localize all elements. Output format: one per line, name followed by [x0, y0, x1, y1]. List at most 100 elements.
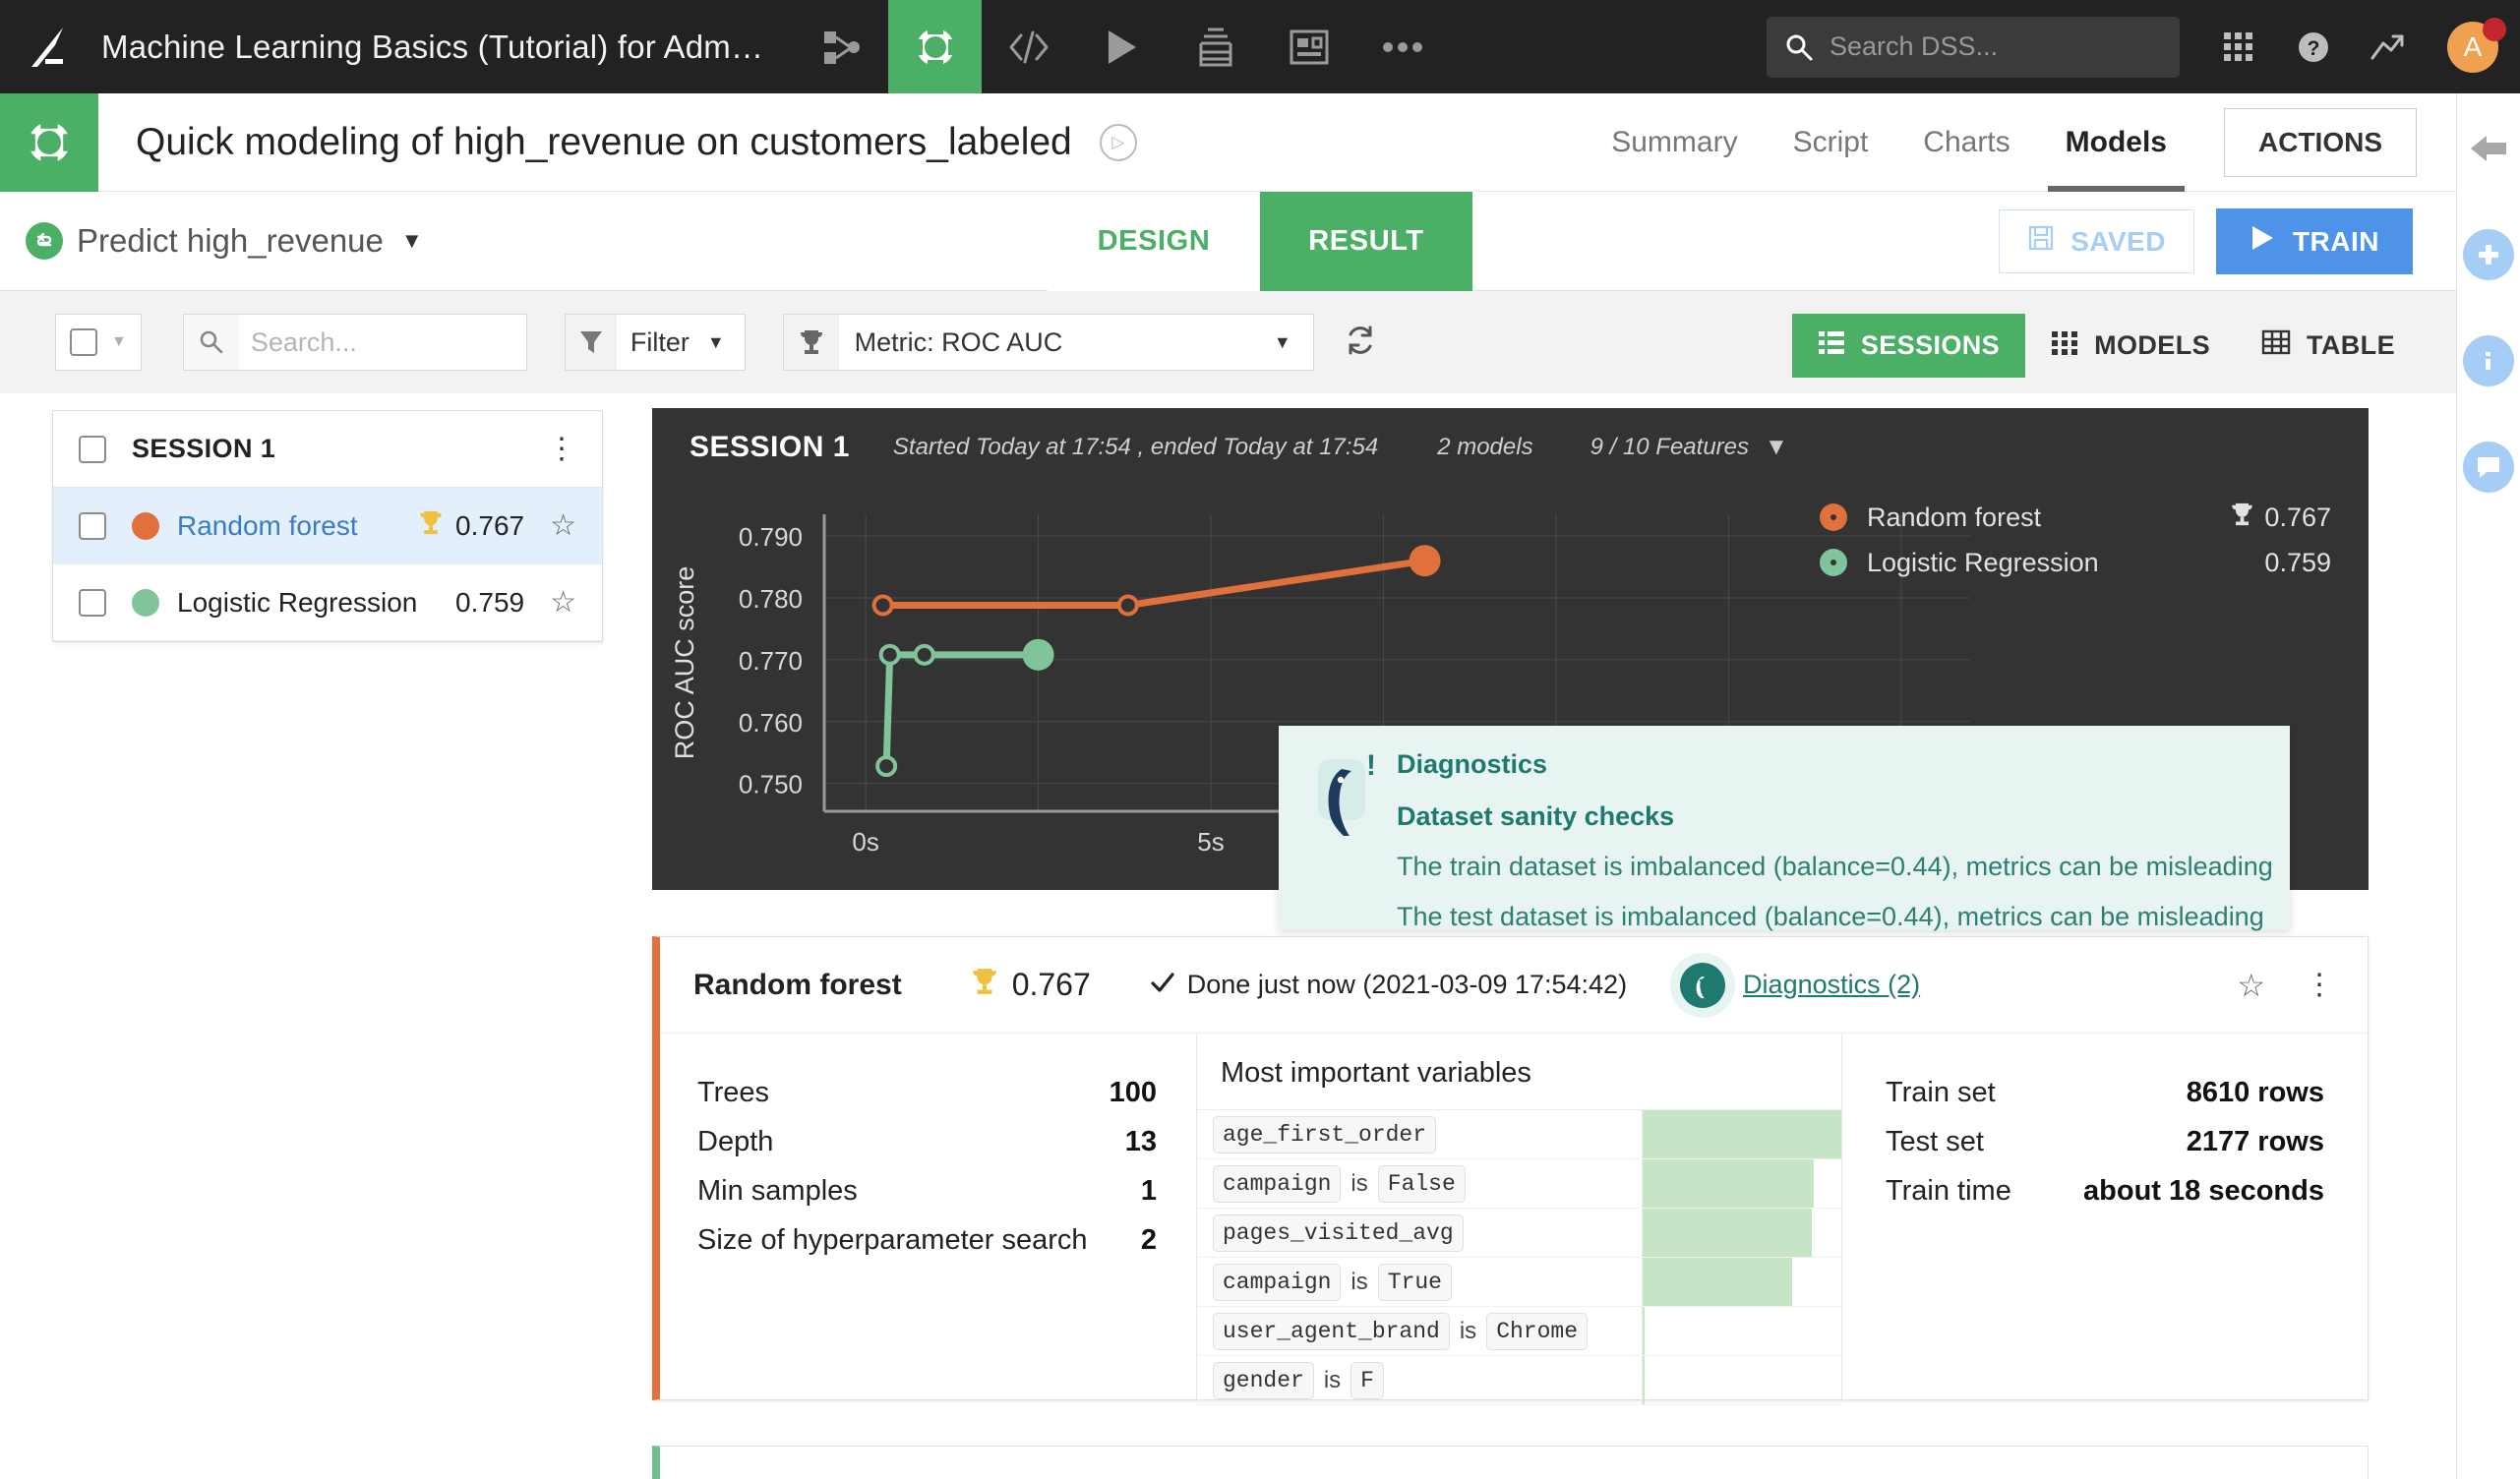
global-search-box[interactable]	[1767, 16, 2180, 78]
chevron-down-icon[interactable]: ▼	[401, 228, 423, 254]
legend-item[interactable]: Logistic Regression 0.759	[1820, 540, 2331, 585]
help-icon[interactable]: ?	[2276, 0, 2351, 93]
trophy-icon	[971, 967, 998, 1004]
tab-models[interactable]: Models	[2038, 93, 2194, 192]
data-point[interactable]	[871, 594, 894, 617]
comment-icon[interactable]	[2463, 442, 2514, 493]
lab-icon[interactable]	[888, 0, 983, 93]
view-sessions-label: SESSIONS	[1860, 330, 2001, 360]
importance-bar-track	[1642, 1258, 1841, 1306]
variable-operator: is	[1350, 1169, 1368, 1197]
variable-label: campaign is False	[1197, 1164, 1642, 1203]
session-timespan: Started Today at 17:54 , ended Today at …	[892, 434, 1379, 460]
model-selector[interactable]: Predict high_revenue ▼	[26, 222, 423, 260]
star-outline-icon[interactable]: ☆	[2237, 967, 2265, 1004]
run-play-icon[interactable]	[1075, 0, 1169, 93]
help-circle-icon[interactable]: ▷	[1099, 123, 1137, 161]
collapse-arrow-icon[interactable]	[2463, 123, 2514, 174]
trophy-icon	[2230, 502, 2254, 534]
model-name-label[interactable]: Random forest	[177, 510, 358, 542]
avatar[interactable]: A	[2426, 0, 2520, 93]
legend-color-dot	[1820, 503, 1847, 531]
refresh-icon[interactable]	[1344, 324, 1377, 362]
project-name-label[interactable]: Machine Learning Basics (Tutorial) for A…	[101, 29, 763, 66]
model-dataset-info: Train set 8610 rows Test set 2177 rows T…	[1842, 1034, 2368, 1399]
star-outline-icon[interactable]: ☆	[550, 585, 576, 620]
view-sessions-button[interactable]: SESSIONS	[1791, 314, 2026, 378]
star-outline-icon[interactable]: ☆	[550, 508, 576, 543]
play-icon	[2250, 224, 2275, 259]
tab-summary[interactable]: Summary	[1584, 93, 1765, 192]
param-key: Min samples	[697, 1175, 858, 1207]
legend-item[interactable]: Random forest 0.767	[1820, 495, 2331, 540]
add-icon[interactable]	[2463, 229, 2514, 280]
data-point[interactable]	[878, 643, 901, 666]
diagnostics-message: The test dataset is imbalanced (balance=…	[1397, 902, 2264, 931]
dashboard-icon[interactable]	[1262, 0, 1355, 93]
table-row: Trees 100	[697, 1077, 1157, 1126]
model-card-diagnostics[interactable]: Diagnostics (2)	[1680, 962, 1920, 1008]
variable-label: gender is F	[1197, 1361, 1642, 1399]
analysis-header: Quick modeling of high_revenue on custom…	[0, 92, 2456, 192]
filter-dropdown[interactable]: Filter ▼	[564, 314, 746, 371]
view-models-button[interactable]: MODELS	[2025, 314, 2236, 378]
data-point-selected[interactable]	[1409, 545, 1441, 577]
importance-bar-track	[1642, 1209, 1841, 1257]
info-icon[interactable]	[2463, 335, 2514, 386]
view-table-button[interactable]: TABLE	[2236, 314, 2421, 378]
kebab-menu-icon[interactable]: ⋮	[547, 434, 576, 463]
results-search-box[interactable]	[182, 314, 527, 371]
select-all-dropdown[interactable]: ▼	[55, 314, 142, 371]
feature-chip: campaign	[1213, 1263, 1342, 1301]
model-name-label[interactable]: Logistic Regression	[177, 587, 417, 619]
importance-bar	[1643, 1209, 1812, 1257]
chevron-down-icon[interactable]: ▼	[111, 333, 127, 351]
session-feature-selector[interactable]: 9 / 10 Features ▼	[1590, 434, 1788, 461]
more-ellipsis-icon[interactable]	[1355, 0, 1449, 93]
view-models-label: MODELS	[2094, 330, 2210, 360]
results-search-input[interactable]	[250, 326, 526, 358]
y-axis-tick-label: 0.770	[739, 646, 803, 676]
data-point[interactable]	[913, 643, 935, 666]
tab-charts[interactable]: Charts	[1895, 93, 2037, 192]
jobs-stack-icon[interactable]	[1169, 0, 1262, 93]
y-axis-tick-label: 0.790	[739, 522, 803, 552]
importance-bar-track	[1642, 1110, 1841, 1158]
model-card-status: Done just now (2021-03-09 17:54:42)	[1150, 970, 1627, 1000]
session-checkbox[interactable]	[79, 435, 106, 463]
view-mode-toggle: SESSIONS MODELS TABLE	[1791, 314, 2421, 378]
list-item[interactable]: Logistic Regression 0.759 ☆	[53, 564, 602, 641]
data-point[interactable]	[875, 755, 898, 778]
flow-icon[interactable]	[795, 0, 888, 93]
importance-bar-track	[1642, 1307, 1841, 1355]
tab-result[interactable]: RESULT	[1260, 192, 1472, 291]
data-point[interactable]	[1116, 594, 1139, 617]
table-row: campaign is True	[1197, 1258, 1841, 1307]
data-point-selected[interactable]	[1022, 638, 1054, 671]
train-button[interactable]: TRAIN	[2215, 208, 2413, 274]
feature-chip: pages_visited_avg	[1213, 1213, 1464, 1252]
code-icon[interactable]	[982, 0, 1075, 93]
actions-button[interactable]: ACTIONS	[2224, 108, 2417, 177]
tab-design[interactable]: DESIGN	[1048, 192, 1260, 291]
kebab-menu-icon[interactable]: ⋮	[2305, 970, 2334, 999]
select-all-checkbox[interactable]	[70, 328, 97, 356]
apps-grid-icon[interactable]	[2201, 0, 2276, 93]
tab-script[interactable]: Script	[1766, 93, 1896, 192]
top-navigation-bar: Machine Learning Basics (Tutorial) for A…	[0, 0, 2520, 93]
trending-up-icon[interactable]	[2351, 0, 2426, 93]
metric-dropdown[interactable]: Metric: ROC AUC ▼	[782, 314, 1314, 371]
save-disk-icon	[2027, 224, 2055, 259]
model-card-score: 0.767	[971, 967, 1091, 1004]
search-input[interactable]	[1830, 31, 2154, 62]
model-result-card-next[interactable]	[652, 1446, 2369, 1479]
list-item[interactable]: Random forest 0.767 ☆	[53, 488, 602, 564]
model-card-name[interactable]: Random forest	[693, 969, 902, 1002]
model-checkbox[interactable]	[79, 588, 106, 617]
set-value: 2177 rows	[2186, 1126, 2324, 1157]
save-button[interactable]: SAVED	[1999, 209, 2194, 273]
dataiku-bird-logo[interactable]	[0, 0, 93, 93]
diagnostics-link[interactable]: Diagnostics (2)	[1743, 970, 1920, 1000]
metric-label: Metric: ROC AUC	[854, 326, 1063, 357]
model-checkbox[interactable]	[79, 511, 106, 540]
